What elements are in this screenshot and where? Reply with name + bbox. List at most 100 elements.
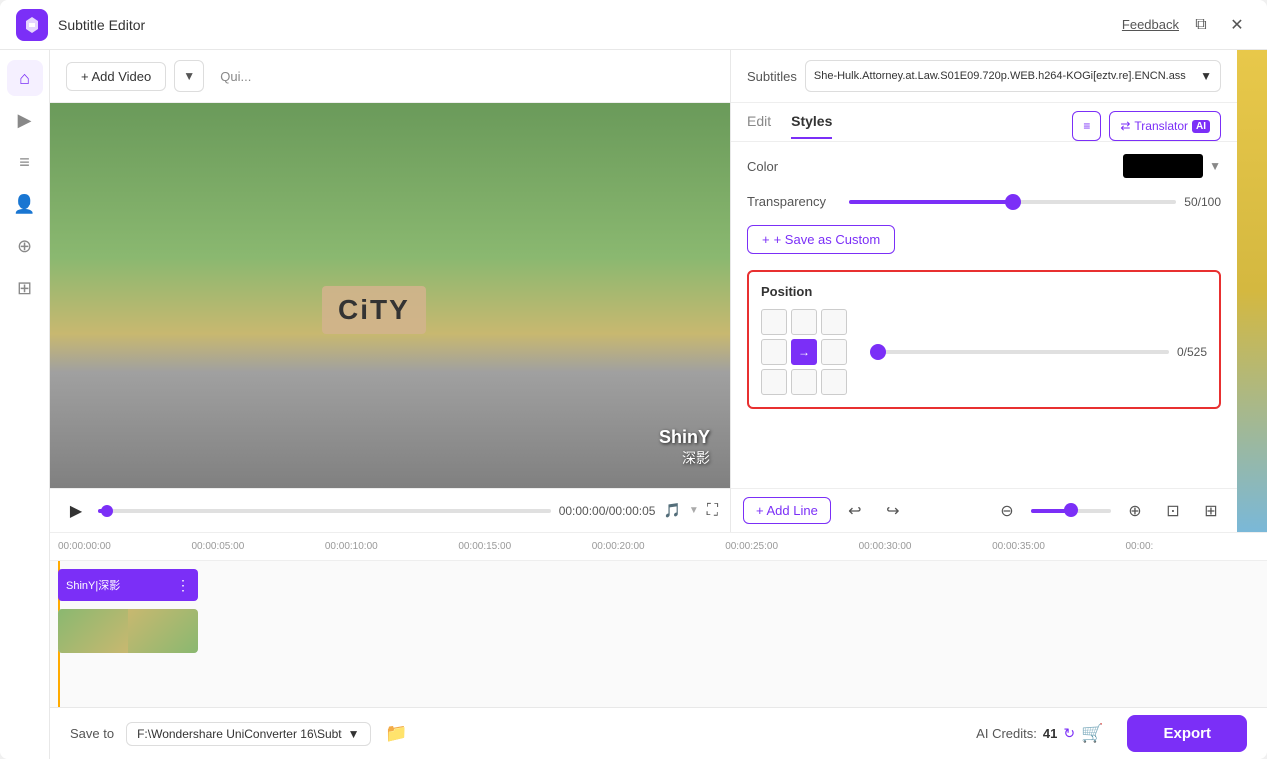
sidebar-convert-button[interactable]: ⊕ (7, 228, 43, 264)
sidebar: ⌂ ▶ ≡ 👤 ⊕ ⊞ (0, 50, 50, 759)
waveform-icon[interactable]: 🎵 (663, 502, 680, 519)
track-menu-button[interactable]: ⋮ (176, 577, 190, 594)
right-panel: Subtitles She-Hulk.Attorney.at.Law.S01E0… (730, 50, 1237, 532)
ruler-mark-2: 00:00:10:00 (325, 541, 458, 552)
ruler-marks: 00:00:00:00 00:00:05:00 00:00:10:00 00:0… (58, 541, 1259, 552)
transparency-row: Transparency 50/100 (747, 194, 1221, 209)
subtitles-label: Subtitles (747, 69, 797, 84)
pos-mid-right[interactable] (821, 339, 847, 365)
translator-label: Translator (1134, 119, 1188, 133)
ruler-mark-7: 00:00:35:00 (992, 541, 1125, 552)
feedback-link[interactable]: Feedback (1122, 17, 1179, 32)
timeline-ruler: 00:00:00:00 00:00:05:00 00:00:10:00 00:0… (50, 533, 1267, 561)
progress-bar[interactable] (98, 509, 551, 513)
position-box: Position → (747, 270, 1221, 409)
app-logo (16, 9, 48, 41)
list-view-button[interactable]: ≡ (1072, 111, 1101, 141)
waveform-dropdown[interactable]: ▼ (689, 505, 699, 516)
color-label: Color (747, 159, 837, 174)
pos-mid-left[interactable] (761, 339, 787, 365)
export-label: Export (1163, 725, 1211, 742)
subtitle-dropdown-arrow: ▼ (1200, 69, 1212, 83)
pos-bot-left[interactable] (761, 369, 787, 395)
pos-top-left[interactable] (761, 309, 787, 335)
transparency-label: Transparency (747, 194, 837, 209)
play-button[interactable]: ▶ (62, 497, 90, 525)
subtitle-overlay: ShinY 深影 (659, 427, 710, 468)
cart-button[interactable]: 🛒 (1081, 723, 1103, 744)
zoom-thumb[interactable] (1064, 503, 1078, 517)
sidebar-users-button[interactable]: 👤 (7, 186, 43, 222)
transparency-value: 50/100 (1184, 195, 1221, 209)
add-video-button[interactable]: + Add Video (66, 62, 166, 91)
timeline-section: 00:00:00:00 00:00:05:00 00:00:10:00 00:0… (50, 532, 1267, 707)
ai-credits-label: AI Credits: (976, 726, 1037, 741)
add-video-label: + Add Video (81, 69, 151, 84)
zoom-slider[interactable] (1031, 509, 1111, 513)
path-dropdown-arrow: ▼ (348, 727, 360, 741)
layout-button[interactable]: ⊞ (1197, 497, 1225, 525)
video-toolbar: + Add Video ▼ Qui... (50, 50, 730, 103)
position-thumb[interactable] (870, 344, 886, 360)
position-slider-container: 0/525 (875, 345, 1207, 359)
save-custom-button[interactable]: + + Save as Custom (747, 225, 895, 254)
undo-button[interactable]: ↩ (841, 497, 869, 525)
export-button[interactable]: Export (1127, 715, 1247, 752)
subtitle-file-dropdown[interactable]: She-Hulk.Attorney.at.Law.S01E09.720p.WEB… (805, 60, 1221, 92)
sidebar-folder-button[interactable]: ▶ (7, 102, 43, 138)
video-thumb-2 (128, 609, 198, 653)
subtitle-selector: Subtitles She-Hulk.Attorney.at.Law.S01E0… (731, 50, 1237, 103)
position-grid: → (761, 309, 847, 395)
zoom-out-button[interactable]: ⊖ (993, 497, 1021, 525)
ruler-mark-6: 00:00:30:00 (859, 541, 992, 552)
subtitle-track[interactable]: ShinY|深影 ⋮ (58, 569, 198, 601)
pos-bot-right[interactable] (821, 369, 847, 395)
ai-credits: AI Credits: 41 ↻ 🛒 (976, 723, 1103, 744)
translator-button[interactable]: ⇄ Translator AI (1109, 111, 1221, 141)
video-controls: ▶ 00:00:00/00:00:05 🎵 ▼ ⛶ (50, 488, 730, 532)
fit-button[interactable]: ⊡ (1159, 497, 1187, 525)
transparency-slider[interactable] (849, 200, 1176, 204)
redo-button[interactable]: ↪ (879, 497, 907, 525)
transparency-thumb[interactable] (1005, 194, 1021, 210)
subtitle-track-text: ShinY|深影 (66, 577, 176, 593)
open-folder-button[interactable]: 📁 (383, 720, 411, 748)
video-thumb-1 (58, 609, 128, 653)
color-dropdown-arrow[interactable]: ▼ (1209, 159, 1221, 173)
close-button[interactable]: ✕ (1223, 11, 1251, 39)
pos-top-center[interactable] (791, 309, 817, 335)
save-path-selector[interactable]: F:\Wondershare UniConverter 16\Subt ▼ (126, 722, 370, 746)
color-swatch-container: ▼ (1123, 154, 1221, 178)
fullscreen-button[interactable]: ⛶ (707, 502, 718, 520)
panel-tools: ≡ ⇄ Translator AI (1072, 111, 1221, 141)
content-area: + Add Video ▼ Qui... CiTY ShinY 深影 (50, 50, 1267, 759)
city-sign: CiTY (322, 286, 426, 334)
footer-bar: Save to F:\Wondershare UniConverter 16\S… (50, 707, 1267, 759)
zoom-in-button[interactable]: ⊕ (1121, 497, 1149, 525)
transparency-slider-container: 50/100 (849, 195, 1221, 209)
time-display: 00:00:00/00:00:05 (559, 504, 656, 518)
sidebar-more-button[interactable]: ⊞ (7, 270, 43, 306)
tab-edit[interactable]: Edit (747, 113, 771, 139)
app-title: Subtitle Editor (58, 17, 145, 33)
plus-icon: + (762, 232, 770, 247)
title-bar: Subtitle Editor Feedback ⧉ ✕ (0, 0, 1267, 50)
sidebar-subtitles-button[interactable]: ≡ (7, 144, 43, 180)
subtitle-main: ShinY (659, 427, 710, 448)
add-video-dropdown[interactable]: ▼ (174, 60, 204, 92)
ruler-mark-4: 00:00:20:00 (592, 541, 725, 552)
restore-button[interactable]: ⧉ (1187, 11, 1215, 39)
transparency-fill (849, 200, 1013, 204)
sidebar-home-button[interactable]: ⌂ (7, 60, 43, 96)
position-slider[interactable] (875, 350, 1169, 354)
color-swatch[interactable] (1123, 154, 1203, 178)
tab-styles[interactable]: Styles (791, 113, 832, 139)
panel-tabs: Edit Styles ≡ ⇄ Translator AI (731, 103, 1237, 142)
video-player: CiTY ShinY 深影 (50, 103, 730, 488)
pos-top-right[interactable] (821, 309, 847, 335)
pos-mid-center[interactable]: → (791, 339, 817, 365)
refresh-credits-button[interactable]: ↻ (1063, 725, 1075, 742)
add-line-button[interactable]: + Add Line (743, 497, 831, 524)
pos-bot-center[interactable] (791, 369, 817, 395)
ruler-mark-5: 00:00:25:00 (725, 541, 858, 552)
